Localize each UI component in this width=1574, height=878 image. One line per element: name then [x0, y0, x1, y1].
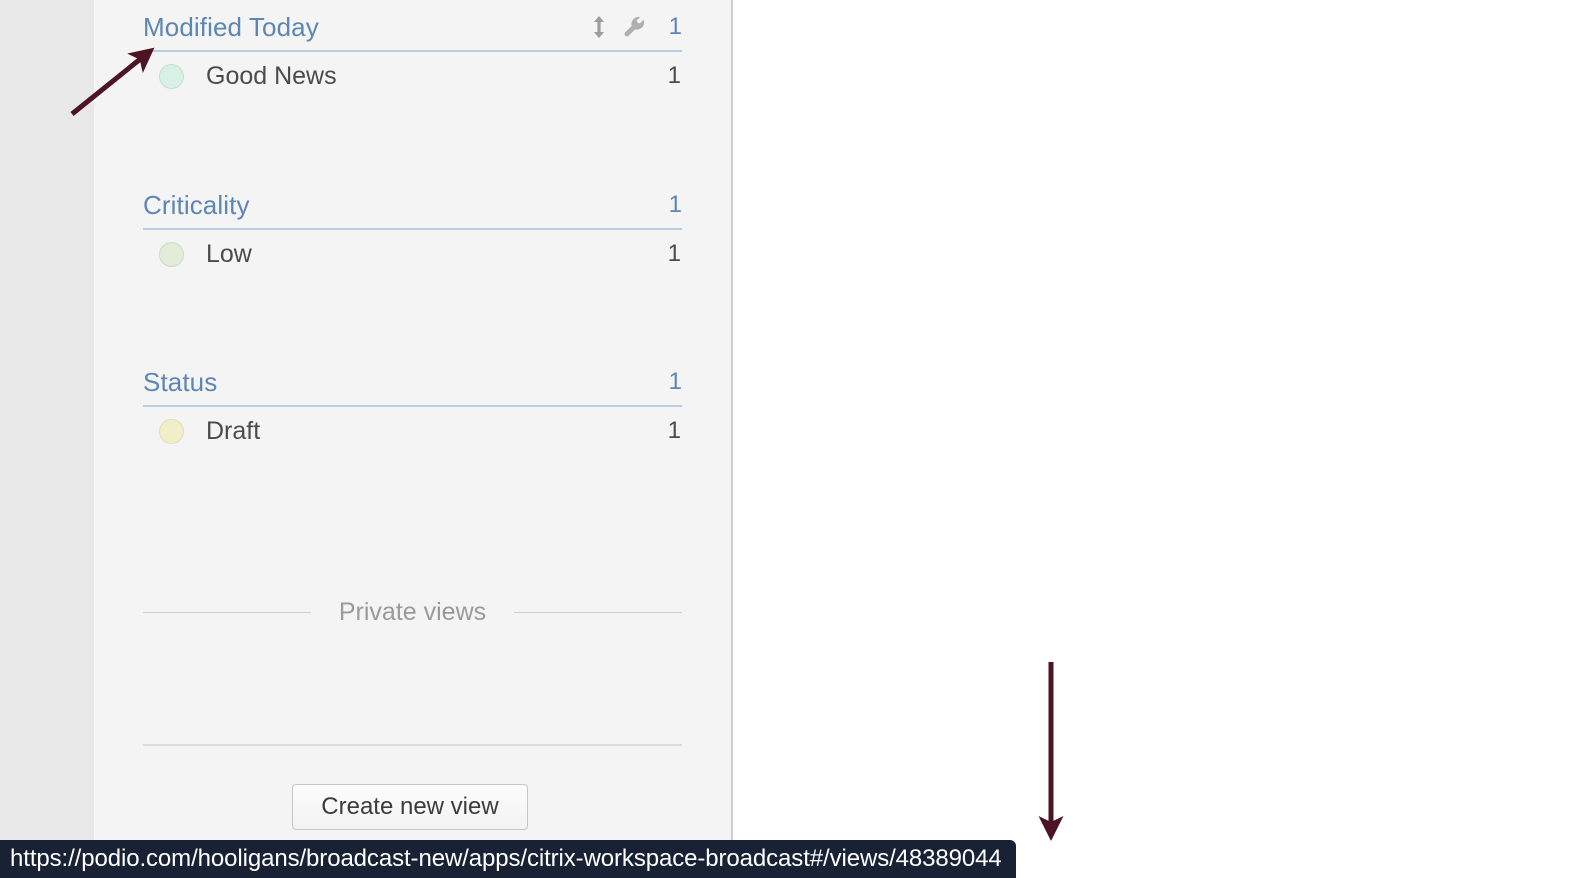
section-count-status: 1 — [668, 368, 682, 395]
views-sidebar-panel: Modified Today 1 Good News 1 Criticality 1 Low… — [94, 0, 733, 878]
sidebar-bottom-divider — [143, 744, 682, 746]
view-row-label: Good News — [206, 61, 337, 90]
section-title-criticality[interactable]: Criticality — [143, 190, 250, 221]
view-row-count: 1 — [667, 62, 681, 89]
private-views-divider: Private views — [143, 598, 683, 627]
view-row-count: 1 — [667, 417, 681, 444]
sort-vertical-icon[interactable] — [588, 15, 610, 39]
view-section-status: Status 1 Draft 1 — [143, 363, 682, 455]
view-row[interactable]: Low 1 — [143, 230, 682, 278]
view-section-modified-today: Modified Today 1 Good News 1 — [143, 8, 682, 100]
section-title-status[interactable]: Status — [143, 367, 217, 398]
view-section-criticality: Criticality 1 Low 1 — [143, 186, 682, 278]
view-row[interactable]: Good News 1 — [143, 52, 682, 100]
browser-status-bar: https://podio.com/hooligans/broadcast-ne… — [0, 840, 1016, 878]
status-dot-icon — [159, 241, 184, 267]
section-header-modified-today: Modified Today 1 — [143, 8, 682, 52]
status-bar-url-text: https://podio.com/hooligans/broadcast-ne… — [10, 845, 1002, 872]
section-header-criticality: Criticality 1 — [143, 186, 682, 230]
private-views-label: Private views — [338, 598, 487, 626]
status-dot-icon — [159, 418, 184, 444]
status-dot-icon — [159, 63, 184, 89]
browser-page: Modified Today 1 Good News 1 Criticality 1 Low… — [0, 0, 1574, 878]
section-title-modified-today[interactable]: Modified Today — [143, 12, 319, 43]
left-gutter — [0, 0, 94, 878]
create-new-view-button[interactable]: Create new view — [292, 784, 528, 830]
view-row[interactable]: Draft 1 — [143, 407, 682, 455]
divider-line-left — [143, 612, 311, 613]
divider-line-right — [514, 612, 683, 613]
main-content-area — [733, 0, 1574, 878]
view-row-label: Low — [206, 239, 252, 268]
section-count-modified-today: 1 — [668, 13, 682, 40]
view-row-count: 1 — [667, 240, 681, 267]
section-count-criticality: 1 — [668, 191, 682, 218]
view-row-label: Draft — [206, 416, 261, 445]
section-header-icons — [588, 15, 646, 39]
wrench-icon[interactable] — [624, 15, 646, 39]
section-header-status: Status 1 — [143, 363, 682, 407]
